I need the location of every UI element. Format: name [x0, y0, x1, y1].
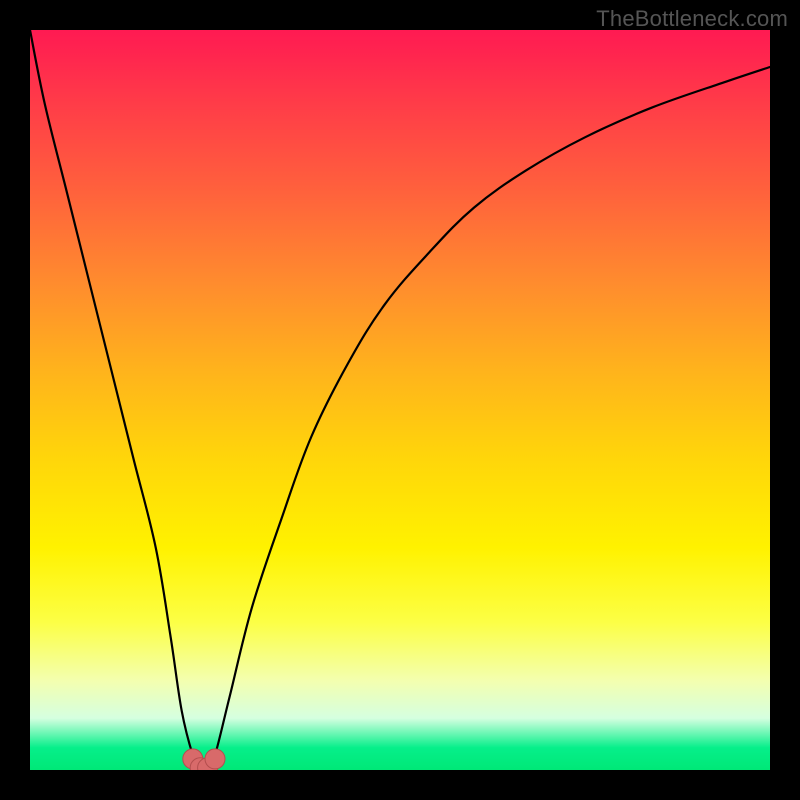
curve-marker — [205, 749, 225, 769]
chart-ylabel — [0, 0, 1, 1]
bottleneck-curve — [30, 30, 770, 770]
chart-title — [0, 0, 1, 1]
curve-markers — [183, 749, 225, 770]
curve-line — [30, 30, 770, 770]
chart-plot-area — [30, 30, 770, 770]
watermark-text: TheBottleneck.com — [596, 6, 788, 32]
chart-xlabel — [0, 0, 1, 1]
